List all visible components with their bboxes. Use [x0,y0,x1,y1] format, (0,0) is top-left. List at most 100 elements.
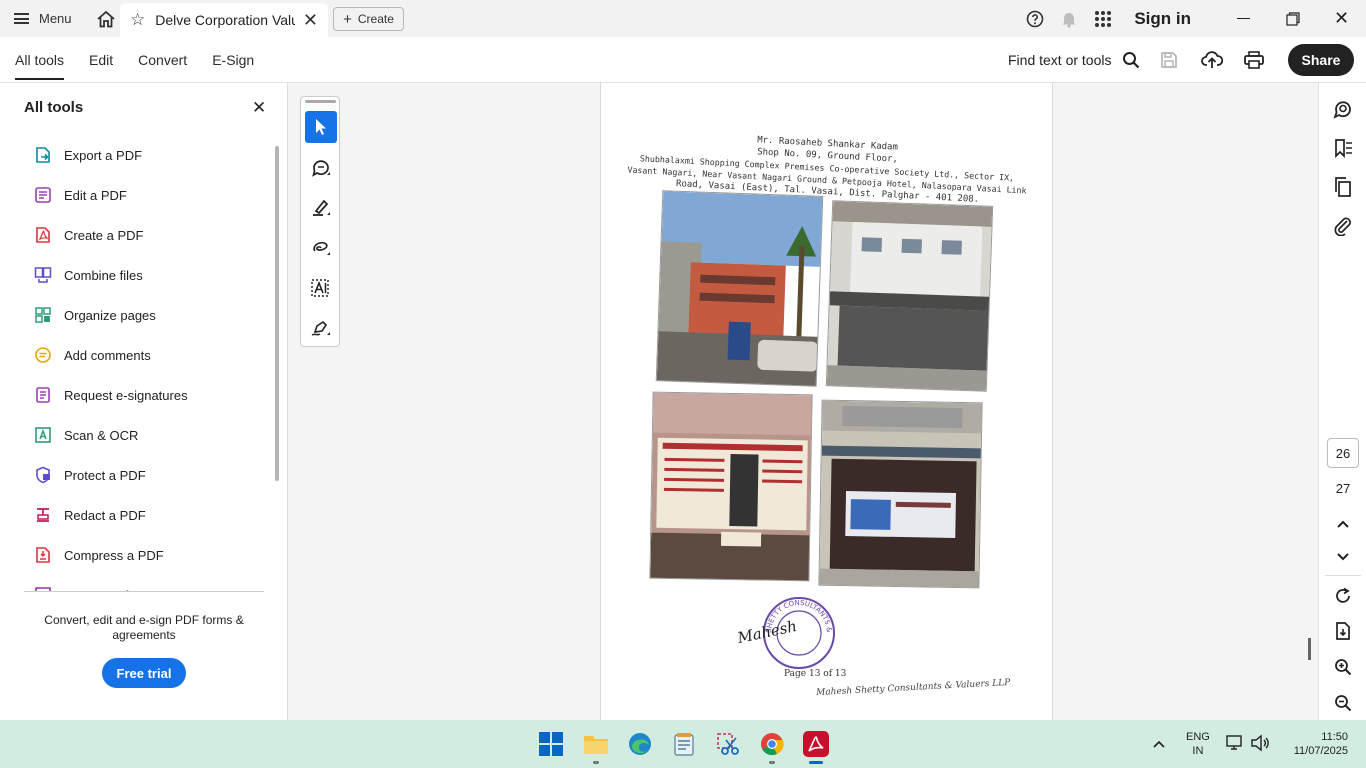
print-button[interactable] [1241,47,1267,73]
free-trial-button[interactable]: Free trial [102,658,186,688]
running-indicator [593,761,599,764]
chrome-app[interactable] [756,728,788,764]
panel-scrollbar[interactable] [275,146,279,481]
rotate-button[interactable] [1331,584,1355,608]
nav-convert[interactable]: Convert [138,37,187,83]
system-clock[interactable]: 11:50 11/07/2025 [1284,730,1348,758]
nav-label: Convert [138,52,188,68]
tool-scan-ocr[interactable]: Scan & OCR [0,415,270,455]
nav-label: E-Sign [212,52,255,68]
bookmarks-button[interactable] [1331,136,1355,160]
add-comments-icon [34,346,52,364]
extract-page-button[interactable] [1331,619,1355,643]
minimize-button[interactable] [1219,0,1268,37]
tool-create-a-pdf[interactable]: Create a PDF [0,215,270,255]
running-indicator [769,761,775,764]
tool-label: Create a PDF [64,227,144,243]
bookmark-icon [1335,139,1352,158]
edge-icon [629,733,651,755]
share-button[interactable]: Share [1288,44,1354,76]
active-indicator [809,761,823,764]
pdf-page[interactable]: Mr. Raosaheb Shankar Kadam Shop No. 09, … [600,83,1053,720]
tool-organize-pages[interactable]: Organize pages [0,295,270,335]
compress-pdf-icon [34,546,52,564]
star-icon[interactable]: ☆ [130,10,145,30]
nav-edit[interactable]: Edit [89,37,113,83]
close-panel-icon[interactable]: ✕ [252,98,266,118]
firm-name: Mahesh Shetty Consultants & Valuers LLP [815,677,1011,699]
maximize-button[interactable] [1268,0,1317,37]
tool-combine-files[interactable]: Combine files [0,255,270,295]
edge-app[interactable] [624,728,656,760]
search-icon [1122,52,1139,69]
current-page-number[interactable]: 26 [1327,438,1359,468]
zoom-out-button[interactable] [1331,691,1355,715]
tool-compress-a-pdf[interactable]: Compress a PDF [0,535,270,575]
document-scrollbar[interactable] [1308,638,1311,660]
acrobat-app[interactable] [800,728,832,764]
tool-export-a-pdf[interactable]: Export a PDF [0,135,270,175]
help-icon [1027,10,1044,27]
show-hidden-icons-button[interactable] [1152,736,1166,754]
attachments-button[interactable] [1331,214,1355,238]
sign-in-link[interactable]: Sign in [1134,9,1191,29]
notepad-icon [674,733,694,756]
volume-icon[interactable] [1250,734,1270,757]
drag-handle[interactable] [305,100,336,103]
upload-button[interactable] [1199,47,1225,73]
cloud-upload-icon [1201,51,1223,68]
tool-request-e-signatures[interactable]: Request e-signatures [0,375,270,415]
tool-prepare-a-form[interactable]: Prepare a form [0,575,270,591]
tool-edit-a-pdf[interactable]: Edit a PDF [0,175,270,215]
acrobat-window: Menu ☆ Delve Corporation Valua... ✕ + Cr… [0,0,1366,768]
tool-protect-a-pdf[interactable]: Protect a PDF [0,455,270,495]
network-icon[interactable] [1226,734,1244,757]
sign-tool[interactable] [305,312,337,344]
input-language[interactable]: ENG IN [1186,730,1210,758]
nav-label: All tools [15,52,65,68]
snipping-tool-app[interactable] [712,728,744,760]
zoom-in-button[interactable] [1331,655,1355,679]
paperclip-icon [1334,217,1351,236]
tool-redact-a-pdf[interactable]: Redact a PDF [0,495,270,535]
menu-button[interactable]: Menu [0,0,86,37]
building-photo-1 [655,190,824,387]
create-button[interactable]: + Create [333,7,404,31]
page-thumbnails-button[interactable] [1331,175,1355,199]
comment-tool[interactable] [305,152,337,184]
acrobat-icon [803,731,829,757]
find-text-or-tools[interactable]: Find text or tools [1008,37,1140,83]
comments-pane-button[interactable] [1331,97,1355,121]
region-code: IN [1192,745,1204,757]
hamburger-icon [14,13,29,24]
save-button[interactable] [1156,47,1182,73]
apps-button[interactable] [1086,0,1120,37]
notifications-button[interactable] [1052,0,1086,37]
select-tool[interactable] [305,111,337,143]
close-tab-icon[interactable]: ✕ [303,10,318,31]
combine-files-icon [34,266,52,284]
tool-add-comments[interactable]: Add comments [0,335,270,375]
create-label: Create [357,12,394,26]
start-button[interactable] [535,728,567,760]
document-tab[interactable]: ☆ Delve Corporation Valua... ✕ [120,3,328,37]
previous-page-button[interactable] [1331,512,1355,536]
highlight-tool[interactable] [305,192,337,224]
close-window-button[interactable]: ✕ [1317,0,1366,37]
close-icon: ✕ [1333,8,1350,28]
tool-label: Redact a PDF [64,507,146,523]
next-page-button[interactable] [1331,545,1355,569]
file-explorer-app[interactable] [580,728,612,764]
apps-grid-icon [1095,10,1112,27]
chevron-up-icon [1337,520,1349,528]
draw-tool[interactable] [305,232,337,264]
nav-all-tools[interactable]: All tools [15,37,65,83]
nav-label: Edit [89,52,114,68]
trial-label: Free trial [116,665,172,681]
text-tool[interactable] [305,272,337,304]
help-button[interactable] [1018,0,1052,37]
nav-esign[interactable]: E-Sign [212,37,254,83]
windows-taskbar: ENG IN 11:50 11/07/2025 [0,720,1366,768]
notepad-app[interactable] [668,728,700,760]
tool-label: Protect a PDF [64,467,146,483]
